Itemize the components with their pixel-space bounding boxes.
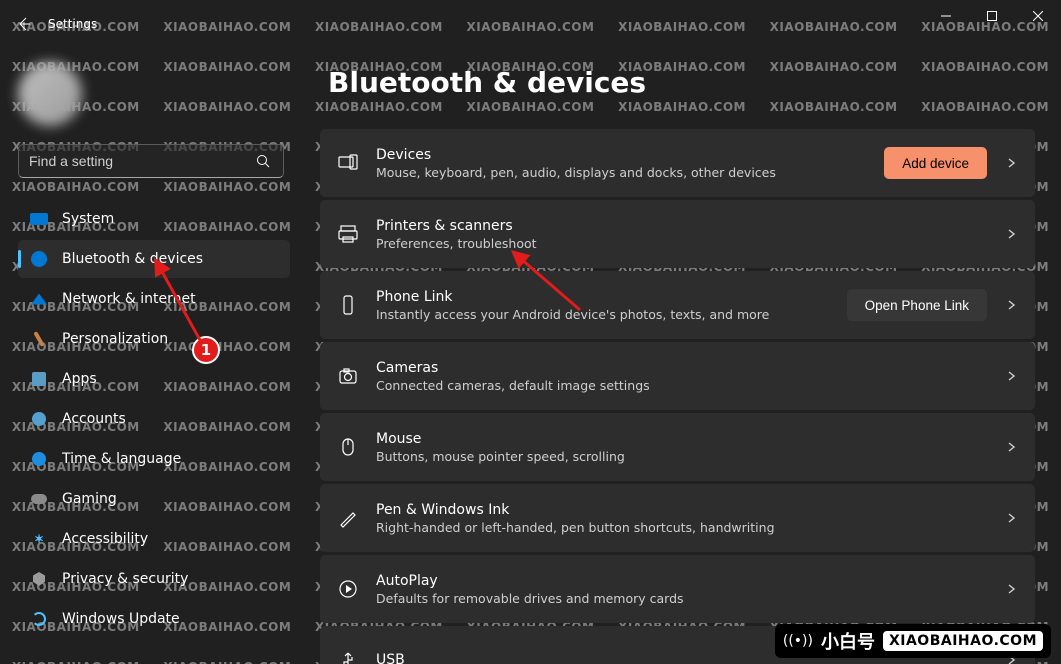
add-device-button[interactable]: Add device <box>884 147 987 179</box>
row-subtitle: Buttons, mouse pointer speed, scrolling <box>376 449 987 464</box>
row-cameras[interactable]: Cameras Connected cameras, default image … <box>320 342 1035 410</box>
row-title: Pen & Windows Ink <box>376 502 987 518</box>
sidebar-item-accounts[interactable]: Accounts <box>18 400 290 438</box>
sidebar-item-update-icon <box>30 610 48 628</box>
sidebar-item-gaming[interactable]: Gaming <box>18 480 290 518</box>
row-subtitle: Instantly access your Android device's p… <box>376 307 829 322</box>
page-title: Bluetooth & devices <box>328 66 1035 99</box>
sidebar-item-label: Windows Update <box>62 611 180 627</box>
sidebar-item-privacy-icon <box>30 570 48 588</box>
sidebar-item-system-icon <box>30 210 48 228</box>
sidebar-item-personalization[interactable]: Personalization <box>18 320 290 358</box>
sidebar-item-time-icon <box>30 450 48 468</box>
row-subtitle: Right-handed or left-handed, pen button … <box>376 520 987 535</box>
row-phonelink[interactable]: Phone Link Instantly access your Android … <box>320 271 1035 339</box>
mouse-icon <box>338 437 358 457</box>
chevron-right-icon <box>1005 367 1017 386</box>
row-title: Phone Link <box>376 289 829 305</box>
row-title: Devices <box>376 147 866 163</box>
row-printers[interactable]: Printers & scanners Preferences, troubles… <box>320 200 1035 268</box>
close-icon <box>1033 11 1043 21</box>
row-autoplay[interactable]: AutoPlay Defaults for removable drives an… <box>320 555 1035 623</box>
row-title: Printers & scanners <box>376 218 987 234</box>
chevron-right-icon <box>1005 438 1017 457</box>
row-subtitle: Connected cameras, default image setting… <box>376 378 987 393</box>
row-pen[interactable]: Pen & Windows Ink Right-handed or left-ha… <box>320 484 1035 552</box>
watermark-badge: ((•)) 小白号 XIAOBAIHAO.COM <box>775 624 1051 658</box>
sidebar-item-label: Accessibility <box>62 531 148 547</box>
maximize-button[interactable] <box>969 0 1015 32</box>
sidebar-item-label: Gaming <box>62 491 117 507</box>
usb-icon <box>338 650 358 664</box>
camera-icon <box>338 366 358 386</box>
sidebar-item-network-icon <box>30 290 48 308</box>
minimize-button[interactable] <box>923 0 969 32</box>
row-devices[interactable]: Devices Mouse, keyboard, pen, audio, disp… <box>320 129 1035 197</box>
sidebar-item-system[interactable]: System <box>18 200 290 238</box>
chevron-right-icon <box>1005 296 1017 315</box>
sidebar-item-bluetooth[interactable]: Bluetooth & devices <box>18 240 290 278</box>
sidebar-item-accessibility[interactable]: ✶ Accessibility <box>18 520 290 558</box>
maximize-icon <box>987 11 997 21</box>
sidebar-item-label: Accounts <box>62 411 126 427</box>
broadcast-icon: ((•)) <box>783 633 813 649</box>
sidebar-item-apps-icon <box>30 370 48 388</box>
row-subtitle: Preferences, troubleshoot <box>376 236 987 251</box>
row-subtitle: Mouse, keyboard, pen, audio, displays an… <box>376 165 866 180</box>
sidebar-item-label: Bluetooth & devices <box>62 251 203 267</box>
chevron-right-icon <box>1005 509 1017 528</box>
row-mouse[interactable]: Mouse Buttons, mouse pointer speed, scrol… <box>320 413 1035 481</box>
sidebar-item-gaming-icon <box>30 490 48 508</box>
sidebar-item-label: Network & internet <box>62 291 196 307</box>
watermark-brand-tag: XIAOBAIHAO.COM <box>883 631 1043 651</box>
sidebar-item-network[interactable]: Network & internet <box>18 280 290 318</box>
search-input[interactable] <box>19 153 243 169</box>
row-title: Mouse <box>376 431 987 447</box>
sidebar-item-label: Privacy & security <box>62 571 188 587</box>
chevron-right-icon <box>1005 225 1017 244</box>
sidebar: System Bluetooth & devices Network & inter… <box>0 48 308 664</box>
row-title: Cameras <box>376 360 987 376</box>
sidebar-item-apps[interactable]: Apps <box>18 360 290 398</box>
sidebar-item-accounts-icon <box>30 410 48 428</box>
row-subtitle: Defaults for removable drives and memory… <box>376 591 987 606</box>
back-button[interactable] <box>0 0 48 48</box>
window-title: Settings <box>48 17 97 31</box>
close-button[interactable] <box>1015 0 1061 32</box>
avatar[interactable] <box>18 62 82 126</box>
sidebar-item-label: Apps <box>62 371 97 387</box>
sidebar-item-label: System <box>62 211 114 227</box>
sidebar-item-personalization-icon <box>30 330 48 348</box>
main-content: Bluetooth & devices Devices Mouse, keyboa… <box>308 48 1061 664</box>
minimize-icon <box>941 11 951 21</box>
sidebar-item-accessibility-icon: ✶ <box>30 530 48 548</box>
search-icon <box>256 154 270 168</box>
sidebar-item-label: Time & language <box>62 451 181 467</box>
row-title: AutoPlay <box>376 573 987 589</box>
search-box[interactable] <box>18 144 284 178</box>
titlebar: Settings <box>0 0 1061 48</box>
sidebar-nav: System Bluetooth & devices Network & inter… <box>18 200 290 638</box>
search-button[interactable] <box>243 154 283 168</box>
open-phone-link-button[interactable]: Open Phone Link <box>847 289 987 321</box>
printer-icon <box>338 224 358 244</box>
sidebar-item-update[interactable]: Windows Update <box>18 600 290 638</box>
pen-icon <box>338 508 358 528</box>
phone-icon <box>338 295 358 315</box>
autoplay-icon <box>338 579 358 599</box>
sidebar-item-bluetooth-icon <box>30 250 48 268</box>
sidebar-item-privacy[interactable]: Privacy & security <box>18 560 290 598</box>
arrow-left-icon <box>16 16 32 32</box>
watermark-brand-cn: 小白号 <box>821 628 875 654</box>
chevron-right-icon <box>1005 580 1017 599</box>
devices-icon <box>338 153 358 173</box>
chevron-right-icon <box>1005 154 1017 173</box>
sidebar-item-label: Personalization <box>62 331 168 347</box>
sidebar-item-time[interactable]: Time & language <box>18 440 290 478</box>
